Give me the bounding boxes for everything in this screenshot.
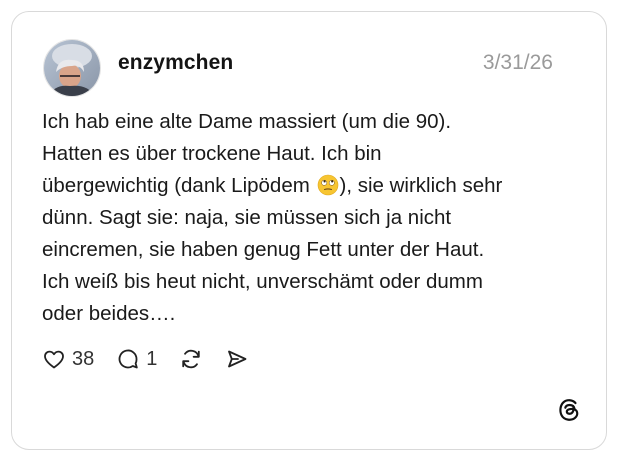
threads-logo-icon[interactable] — [556, 397, 582, 423]
like-count: 38 — [72, 347, 95, 370]
post-line-part: ), sie wirklich sehr — [339, 174, 503, 197]
username[interactable]: enzymchen — [118, 51, 233, 75]
reply-button[interactable]: 1 — [116, 347, 157, 371]
eye-roll-emoji — [317, 174, 338, 196]
reply-count: 1 — [146, 347, 158, 370]
post-line: Ich weiß bis heut nicht, unverschämt ode… — [42, 270, 483, 293]
post-line: übergewichtig (dank Lipödem ), sie wirkl… — [42, 170, 582, 202]
like-button[interactable]: 38 — [42, 347, 94, 371]
post-line: eincremen, sie haben genug Fett unter de… — [42, 238, 485, 261]
share-button[interactable] — [225, 347, 249, 371]
post-body: Ich hab eine alte Dame massiert (um die … — [42, 106, 582, 330]
send-icon — [228, 350, 247, 368]
post-date: 3/31/26 — [482, 51, 553, 74]
heart-icon — [44, 350, 64, 369]
post-line: oder beides…. — [42, 302, 176, 325]
action-bar: 38 1 — [42, 346, 271, 372]
avatar[interactable] — [43, 39, 101, 97]
repost-icon — [182, 349, 201, 369]
post-card: enzymchen 3/31/26 Ich hab eine alte Dame… — [11, 11, 607, 450]
post-line: dünn. Sagt sie: naja, sie müssen sich ja… — [42, 206, 452, 229]
speech-bubble-icon — [118, 349, 138, 369]
post-line: Ich hab eine alte Dame massiert (um die … — [42, 110, 452, 133]
post-line: Hatten es über trockene Haut. Ich bin — [42, 142, 382, 165]
post-line-part: übergewichtig (dank Lipödem — [42, 174, 316, 197]
repost-button[interactable] — [179, 347, 203, 371]
